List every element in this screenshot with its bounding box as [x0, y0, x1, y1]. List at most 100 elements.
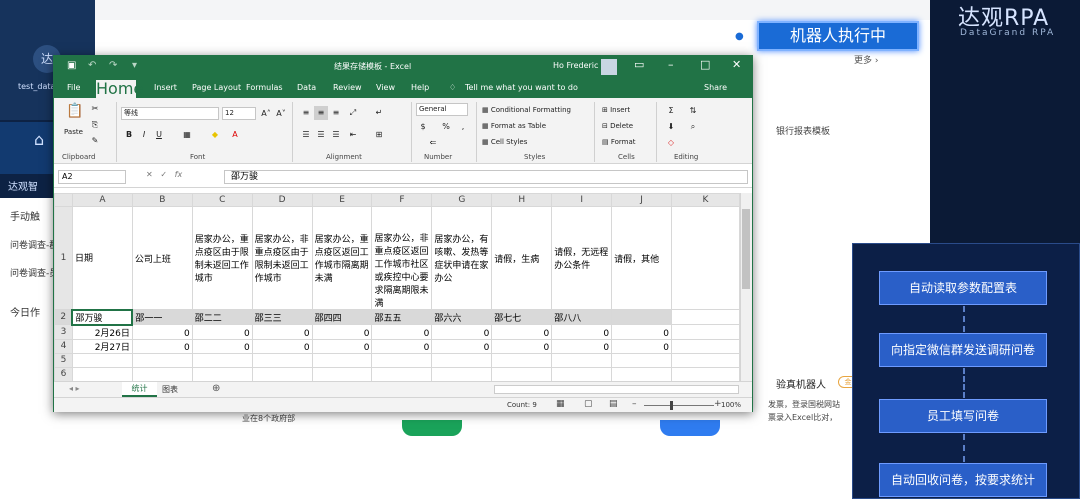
cell[interactable]: 0 — [431, 324, 493, 340]
user-name[interactable]: Ho Frederic — [553, 61, 598, 70]
tell-me-input[interactable]: Tell me what you want to do — [465, 83, 578, 92]
column-header[interactable]: A — [71, 193, 133, 207]
cell[interactable] — [671, 366, 740, 381]
column-header[interactable]: F — [371, 193, 433, 207]
cell[interactable] — [551, 366, 613, 381]
cell[interactable]: 邵二二 — [191, 309, 253, 325]
column-header[interactable]: D — [251, 193, 313, 207]
merge-icon[interactable]: ⊞ — [372, 128, 386, 142]
column-header[interactable]: K — [671, 193, 740, 207]
cell[interactable] — [251, 366, 313, 381]
percent-icon[interactable]: % — [439, 120, 453, 134]
cell[interactable] — [251, 352, 313, 368]
chevron-down-icon[interactable]: ▾ — [132, 60, 137, 71]
cell[interactable]: 0 — [551, 338, 613, 354]
cell[interactable]: 邵一一 — [131, 309, 193, 325]
cell[interactable] — [671, 352, 740, 368]
blue-button[interactable] — [660, 420, 720, 436]
row-header[interactable]: 2 — [54, 309, 73, 325]
cell[interactable]: 2月26日 — [71, 324, 133, 340]
cell[interactable] — [191, 352, 253, 368]
cell[interactable]: 2月27日 — [71, 338, 133, 354]
cell[interactable] — [431, 366, 493, 381]
underline-icon[interactable]: U — [152, 128, 166, 142]
cell[interactable]: 居家办公，有咳嗽、发热等症状申请在家办公 — [431, 206, 493, 310]
row-header[interactable]: 6 — [54, 366, 73, 381]
cell[interactable]: 0 — [131, 324, 193, 340]
cell[interactable]: 请假，无远程办公条件 — [551, 206, 613, 310]
active-cell[interactable]: 邵万骏 — [71, 308, 134, 326]
column-header[interactable]: C — [191, 193, 253, 207]
cell[interactable]: 0 — [311, 338, 373, 354]
sheet-tab[interactable]: 统计 — [122, 382, 157, 397]
cell[interactable] — [551, 352, 613, 368]
undo-icon[interactable]: ↶ — [88, 60, 96, 71]
align-bottom-icon[interactable]: ≡ — [329, 106, 343, 120]
delete-cells-button[interactable]: ⊟ Delete — [602, 122, 633, 130]
cell[interactable]: 0 — [551, 324, 613, 340]
column-header[interactable]: E — [311, 193, 373, 207]
cell[interactable]: 0 — [431, 338, 493, 354]
cut-icon[interactable]: ✂ — [88, 102, 102, 116]
align-right-icon[interactable]: ☰ — [329, 128, 343, 142]
bank-template-label[interactable]: 银行报表模板 — [776, 124, 830, 137]
cell[interactable] — [611, 352, 673, 368]
column-header[interactable]: J — [611, 193, 673, 207]
zoom-slider[interactable] — [644, 405, 714, 406]
currency-icon[interactable]: $ — [416, 120, 430, 134]
cell[interactable]: 邵八八 — [551, 309, 613, 325]
increase-font-icon[interactable]: A˄ — [259, 107, 273, 121]
cell[interactable] — [371, 366, 433, 381]
row-header[interactable]: 4 — [54, 338, 73, 354]
tab-page-layout[interactable]: Page Layout — [192, 83, 241, 92]
cell[interactable]: 0 — [191, 338, 253, 354]
find-icon[interactable]: ⌕ — [686, 120, 700, 134]
autosum-icon[interactable]: Σ — [664, 104, 678, 118]
share-button[interactable]: Share — [704, 83, 727, 92]
horizontal-scrollbar[interactable] — [494, 385, 739, 394]
ribbon-display-icon[interactable]: ▭ — [634, 58, 644, 71]
cell[interactable] — [611, 366, 673, 381]
cell[interactable]: 邵六六 — [431, 309, 493, 325]
scrollbar-thumb[interactable] — [742, 209, 750, 289]
cell[interactable]: 公司上班 — [131, 206, 193, 310]
paste-button[interactable]: Paste — [64, 128, 83, 136]
sheet-tab[interactable]: 图表 — [162, 384, 178, 395]
cell[interactable]: 0 — [311, 324, 373, 340]
zoom-slider-thumb[interactable] — [670, 401, 673, 410]
tab-home[interactable]: Home — [96, 80, 143, 98]
cell[interactable]: 邵三三 — [251, 309, 313, 325]
align-center-icon[interactable]: ☰ — [314, 128, 328, 142]
cell[interactable] — [371, 352, 433, 368]
formula-input[interactable]: 邵万骏 — [224, 170, 748, 184]
cell[interactable]: 0 — [611, 324, 673, 340]
sheet-nav-icon[interactable]: ◂ ▸ — [69, 384, 80, 393]
zoom-out-icon[interactable]: – — [632, 399, 637, 409]
minimize-icon[interactable]: – — [668, 58, 674, 71]
formula-buttons[interactable]: ✕ ✓ fx — [146, 170, 216, 184]
add-sheet-icon[interactable]: ⊕ — [212, 383, 220, 394]
font-color-icon[interactable]: A — [228, 128, 242, 142]
select-all[interactable] — [54, 193, 73, 207]
maximize-icon[interactable]: □ — [700, 58, 710, 71]
tab-data[interactable]: Data — [297, 83, 316, 92]
column-header[interactable]: I — [551, 193, 613, 207]
cell[interactable]: 0 — [191, 324, 253, 340]
sort-filter-icon[interactable]: ⇅ — [686, 104, 700, 118]
row-header[interactable]: 5 — [54, 352, 73, 368]
font-size-select[interactable]: 12 — [222, 107, 256, 120]
format-as-table-button[interactable]: ▦ Format as Table — [482, 122, 546, 130]
cell[interactable] — [671, 324, 740, 340]
align-top-icon[interactable]: ≡ — [299, 106, 313, 120]
column-header[interactable]: H — [491, 193, 553, 207]
fill-color-icon[interactable]: ◆ — [208, 128, 222, 142]
name-box[interactable]: A2 — [58, 170, 126, 184]
cell[interactable] — [131, 366, 193, 381]
user-avatar[interactable] — [601, 59, 617, 75]
cell[interactable] — [191, 366, 253, 381]
list-item[interactable]: 今日作 — [10, 304, 40, 319]
cell[interactable] — [671, 309, 740, 325]
format-painter-icon[interactable]: ✎ — [88, 134, 102, 148]
align-middle-icon[interactable]: ≡ — [314, 106, 328, 120]
cell[interactable]: 0 — [491, 338, 553, 354]
